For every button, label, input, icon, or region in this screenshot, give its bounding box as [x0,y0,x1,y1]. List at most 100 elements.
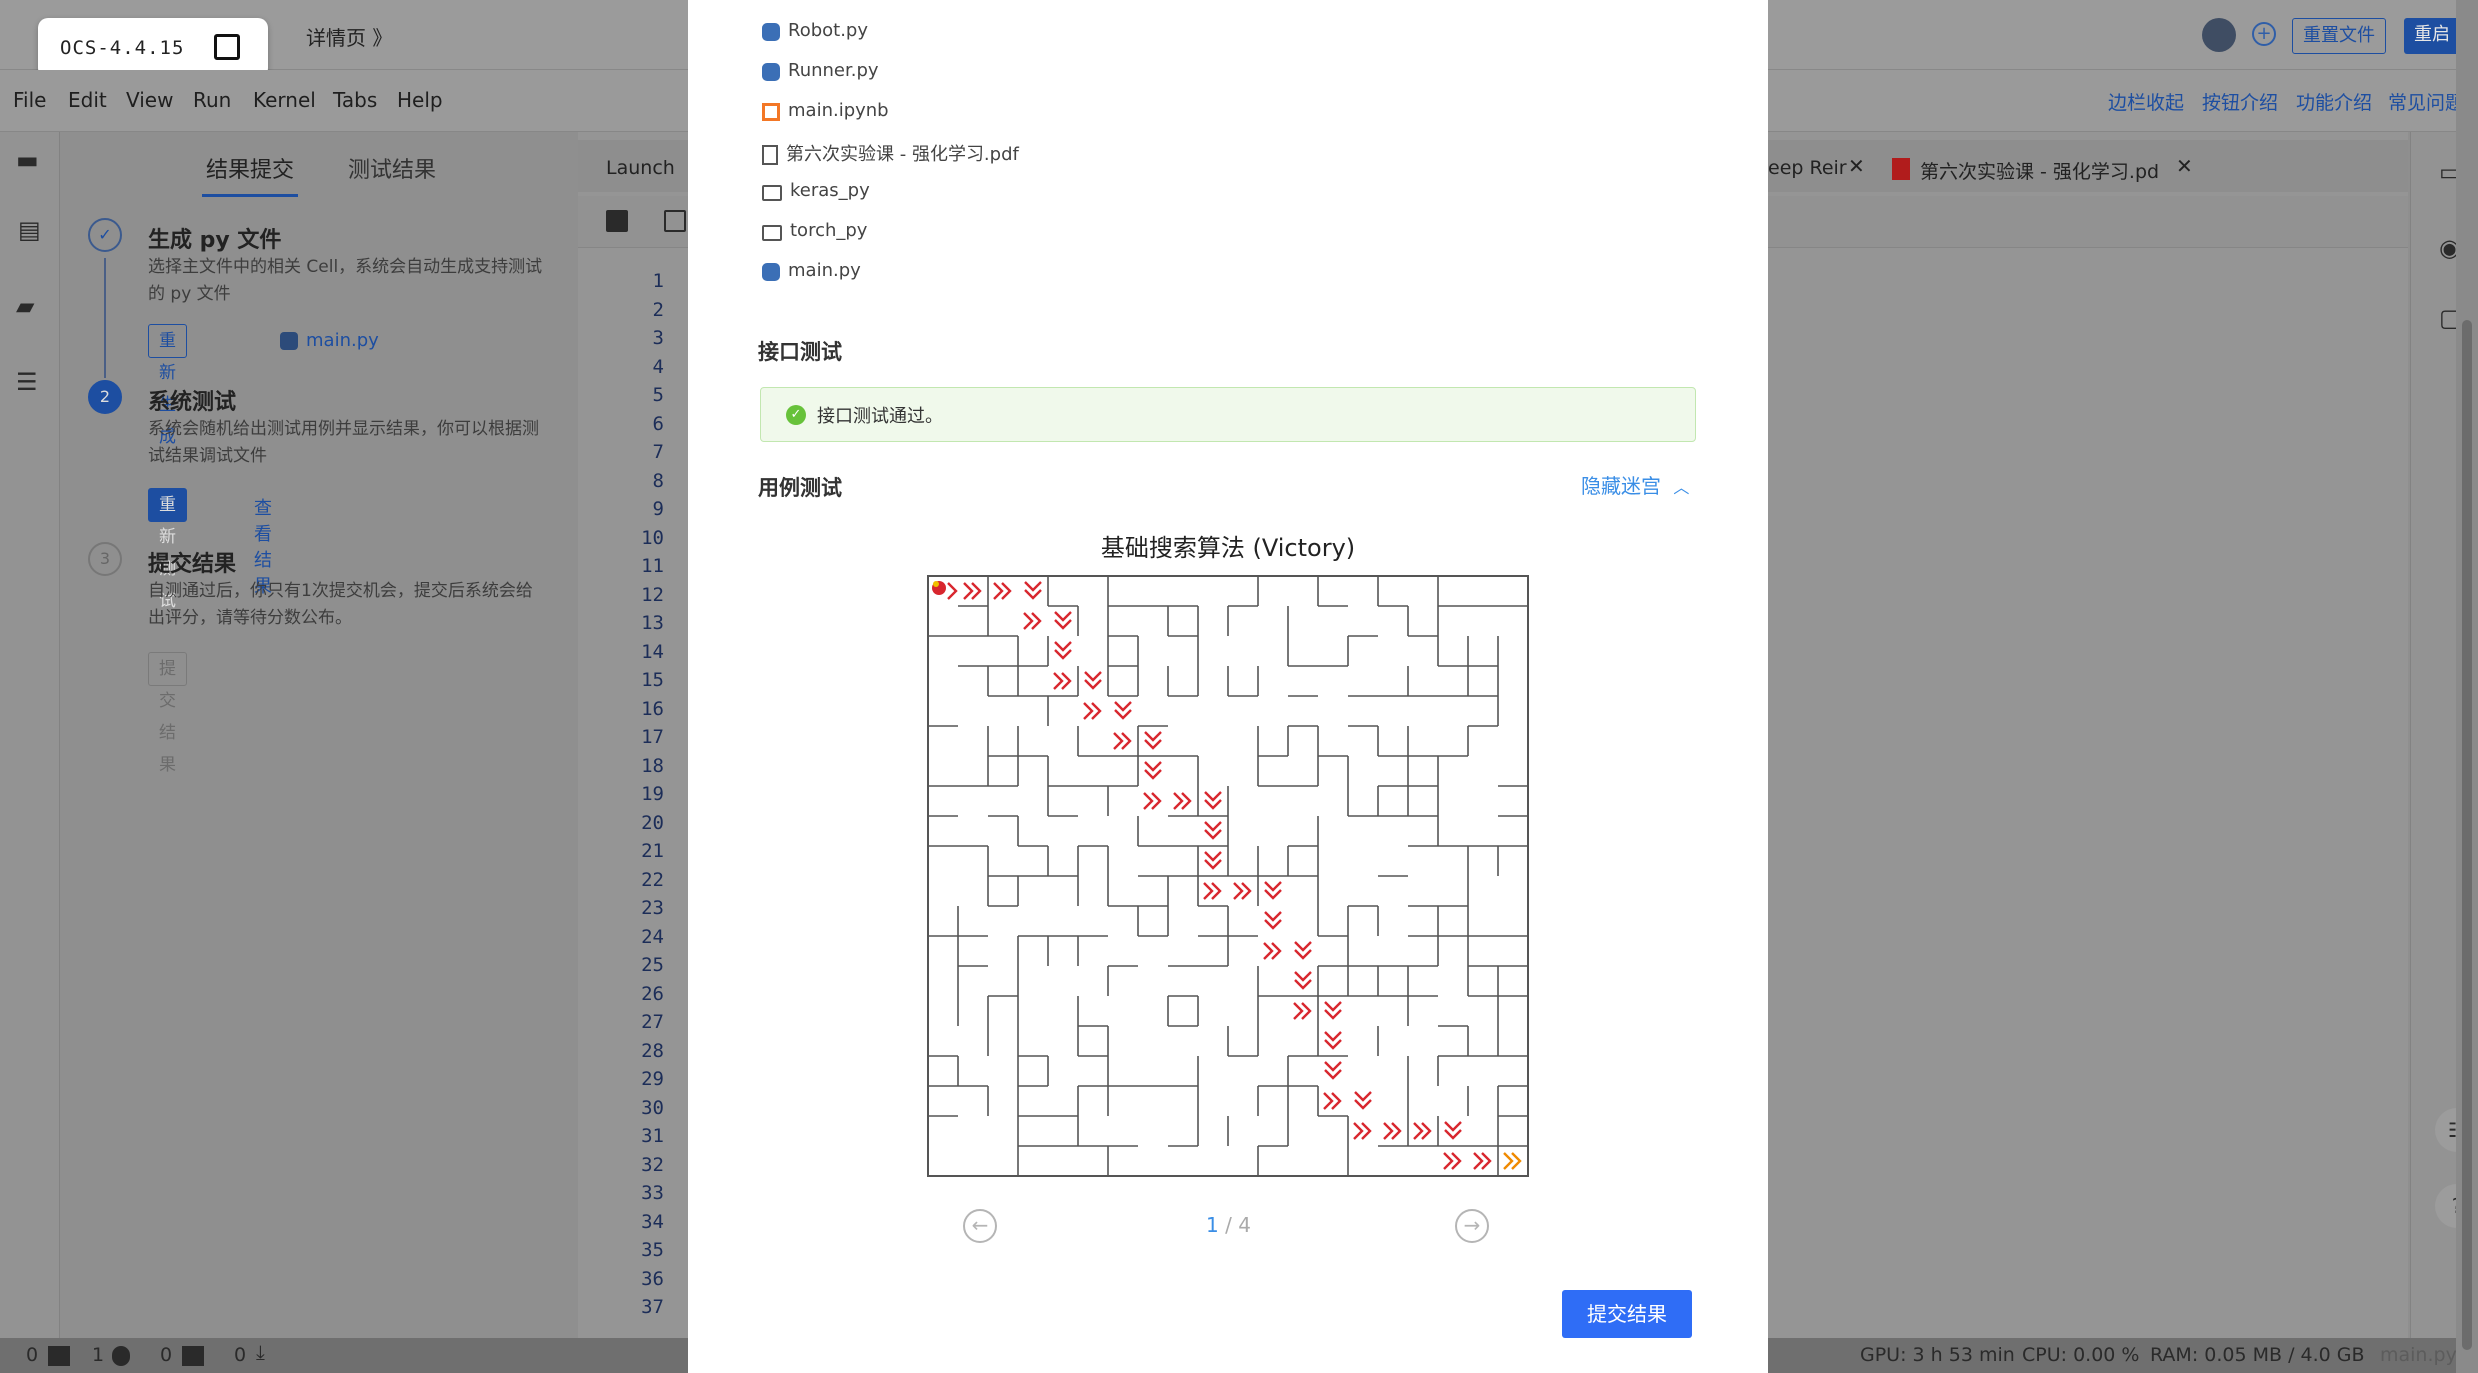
button-intro-link[interactable]: 按钮介绍 [2202,88,2278,115]
close-icon[interactable]: ✕ [2176,154,2193,178]
file-item[interactable]: keras_py [762,180,870,210]
file-item[interactable]: 第六次实验课 - 强化学习.pdf [762,140,1019,170]
line-number: 9 [652,498,664,520]
page-total: / 4 [1218,1213,1251,1237]
step-desc: 自测通过后，你只有1次提交机会，提交后系统会给出评分，请等待分数公布。 [148,581,533,628]
step-title: 提交结果 [148,552,237,577]
hide-maze-label: 隐藏迷宫 [1581,474,1661,498]
next-page-button[interactable]: → [1455,1209,1489,1243]
file-item[interactable]: main.py [762,260,861,290]
python-icon [762,23,780,41]
feature-intro-link[interactable]: 功能介绍 [2296,88,2372,115]
interface-pass-text: 接口测试通过。 [817,406,943,427]
avatar[interactable] [2202,18,2236,52]
reset-file-button[interactable]: 重置文件 [2292,18,2386,54]
version-label: OCS-4.4.15 [60,37,185,59]
line-number: 28 [641,1039,664,1062]
step-title: 生成 py 文件 [148,228,282,253]
line-number: 31 [641,1125,664,1147]
line-number: 15 [641,669,664,691]
check-circle-icon: ✓ [786,405,806,425]
line-number: 25 [641,954,664,976]
menu-view[interactable]: View [126,88,173,112]
cpu-status: CPU: 0.00 % [2022,1344,2140,1366]
list-icon[interactable]: ☰ [16,368,38,396]
tab-submit-results[interactable]: 结果提交 [206,152,294,184]
tab-test-results[interactable]: 测试结果 [348,152,436,184]
step-connector [104,258,106,378]
line-number: 2 [652,298,664,321]
scrollbar-thumb[interactable] [2462,320,2472,1350]
status-kernels[interactable]: 1 [92,1344,104,1366]
ram-status: RAM: 0.05 MB / 4.0 GB [2150,1344,2365,1366]
square-icon[interactable] [214,34,240,60]
line-number: 4 [652,355,664,378]
status-downloads[interactable]: 0 [234,1344,246,1366]
step-title: 系统测试 [148,390,237,415]
gpu-status: GPU: 3 h 53 min [1860,1344,2015,1366]
submit-results-button[interactable]: 提交结果 [1562,1290,1692,1338]
chart-icon[interactable] [664,210,686,232]
menu-edit[interactable]: Edit [68,88,107,112]
line-number: 8 [652,469,664,492]
line-number: 27 [641,1011,664,1033]
file-item[interactable]: main.ipynb [762,100,889,130]
menu-kernel[interactable]: Kernel [253,88,316,112]
status-docs[interactable]: 0 [160,1344,172,1366]
menu-run[interactable]: Run [193,88,231,112]
line-number: 13 [641,612,664,634]
line-number: 36 [641,1267,664,1290]
detail-link[interactable]: 详情页 》 [306,22,392,51]
line-number: 35 [641,1239,664,1261]
file-item[interactable]: Robot.py [762,20,868,50]
close-icon[interactable]: ✕ [1848,154,1865,178]
python-icon [762,63,780,81]
prev-page-button[interactable]: ← [963,1209,997,1243]
hide-maze-link[interactable]: 隐藏迷宫 ︿ [1581,470,1689,499]
line-number: 3 [652,327,664,349]
folder-icon[interactable]: ▬ [16,146,39,174]
faq-link[interactable]: 常见问题 [2388,88,2464,115]
interface-test-title: 接口测试 [758,340,842,364]
submission-panel: 结果提交 测试结果 ✓ 生成 py 文件 选择主文件中的相关 Cell，系统会自… [62,132,577,1328]
tab-deep-rl[interactable]: eep Reir [1768,157,1847,179]
add-icon[interactable]: + [2252,22,2276,46]
menu-help[interactable]: Help [397,88,443,112]
sidebar-collapse-link[interactable]: 边栏收起 [2108,88,2184,115]
step-desc: 系统会随机给出测试用例并显示结果，你可以根据测试结果调试文件 [148,419,539,466]
list-icon [182,1346,204,1366]
file-name: main.ipynb [788,100,889,121]
menu-tabs[interactable]: Tabs [333,88,377,112]
generated-file-link[interactable]: main.py [306,330,379,351]
save-icon[interactable] [606,210,628,232]
line-number: 37 [641,1296,664,1318]
line-number: 21 [641,840,664,862]
line-number: 17 [641,726,664,748]
book-icon[interactable]: ▰ [16,292,34,320]
line-number: 29 [641,1068,664,1090]
shield-icon [112,1346,130,1366]
document-icon[interactable]: ▤ [18,216,41,244]
tab-launcher[interactable]: Launch [606,157,675,179]
line-number: 26 [641,982,664,1005]
menu-file[interactable]: File [13,88,46,112]
status-terminals[interactable]: 0 [26,1344,38,1366]
line-number: 24 [641,925,664,948]
regenerate-button[interactable]: 重新生成 [148,324,187,447]
file-name: 第六次实验课 - 强化学习.pdf [786,144,1019,165]
version-badge[interactable]: OCS-4.4.15 [38,18,268,78]
line-number: 32 [641,1153,664,1176]
notebook-icon [762,103,780,121]
folder-icon [762,185,782,201]
file-item[interactable]: Runner.py [762,60,879,90]
page-scrollbar[interactable] [2456,0,2478,1373]
file-name: Runner.py [788,60,879,81]
restart-button[interactable]: 重启 [2404,18,2460,54]
file-name: torch_py [790,220,868,241]
retest-button[interactable]: 重新测试 [148,488,187,611]
line-number: 7 [652,441,664,463]
file-item[interactable]: torch_py [762,220,867,250]
tab-pdf[interactable]: 第六次实验课 - 强化学习.pd [1920,157,2159,184]
panel-submit-button[interactable]: 提交结果 [148,652,187,775]
python-icon [762,263,780,281]
